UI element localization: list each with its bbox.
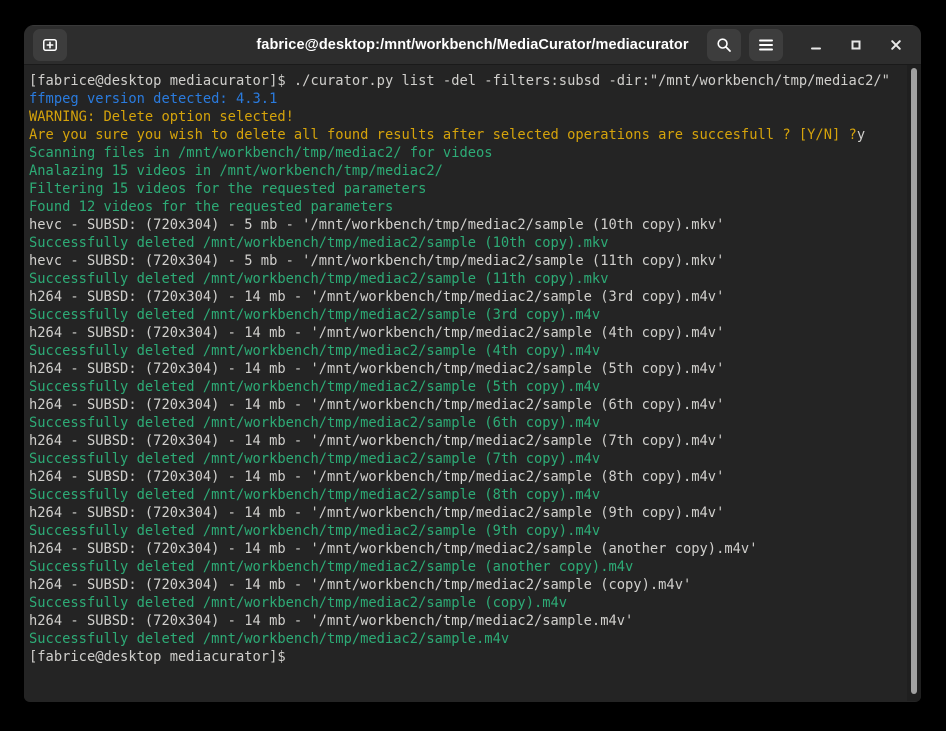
close-icon bbox=[889, 38, 903, 52]
terminal-line: Successfully deleted /mnt/workbench/tmp/… bbox=[29, 270, 903, 288]
terminal-line: h264 - SUBSD: (720x304) - 14 mb - '/mnt/… bbox=[29, 360, 903, 378]
line-segment: Successfully deleted /mnt/workbench/tmp/… bbox=[29, 631, 509, 647]
terminal-line: h264 - SUBSD: (720x304) - 14 mb - '/mnt/… bbox=[29, 396, 903, 414]
line-segment: Successfully deleted /mnt/workbench/tmp/… bbox=[29, 271, 608, 287]
line-segment: h264 - SUBSD: (720x304) - 14 mb - '/mnt/… bbox=[29, 325, 724, 341]
line-segment: Successfully deleted /mnt/workbench/tmp/… bbox=[29, 487, 600, 503]
terminal-line: Successfully deleted /mnt/workbench/tmp/… bbox=[29, 378, 903, 396]
terminal-line: h264 - SUBSD: (720x304) - 14 mb - '/mnt/… bbox=[29, 540, 903, 558]
line-segment: Successfully deleted /mnt/workbench/tmp/… bbox=[29, 595, 567, 611]
terminal-line: Are you sure you wish to delete all foun… bbox=[29, 126, 903, 144]
terminal-line: Successfully deleted /mnt/workbench/tmp/… bbox=[29, 450, 903, 468]
scrollbar-thumb[interactable] bbox=[911, 68, 917, 694]
line-segment: Are you sure you wish to delete all foun… bbox=[29, 127, 857, 143]
terminal-output: [fabrice@desktop mediacurator]$ ./curato… bbox=[24, 65, 921, 666]
line-segment: hevc - SUBSD: (720x304) - 5 mb - '/mnt/w… bbox=[29, 217, 724, 233]
line-segment: Analazing 15 videos in /mnt/workbench/tm… bbox=[29, 163, 443, 179]
terminal-line: Successfully deleted /mnt/workbench/tmp/… bbox=[29, 486, 903, 504]
terminal-line: Successfully deleted /mnt/workbench/tmp/… bbox=[29, 594, 903, 612]
scrollbar[interactable] bbox=[907, 65, 921, 701]
terminal-line: Successfully deleted /mnt/workbench/tmp/… bbox=[29, 630, 903, 648]
search-icon bbox=[716, 37, 732, 53]
terminal-line: h264 - SUBSD: (720x304) - 14 mb - '/mnt/… bbox=[29, 288, 903, 306]
menu-button[interactable] bbox=[749, 29, 783, 61]
line-segment: h264 - SUBSD: (720x304) - 14 mb - '/mnt/… bbox=[29, 361, 724, 377]
terminal-line: Successfully deleted /mnt/workbench/tmp/… bbox=[29, 342, 903, 360]
terminal-line: h264 - SUBSD: (720x304) - 14 mb - '/mnt/… bbox=[29, 576, 903, 594]
line-segment: Successfully deleted /mnt/workbench/tmp/… bbox=[29, 379, 600, 395]
minimize-icon bbox=[809, 38, 823, 52]
line-segment: h264 - SUBSD: (720x304) - 14 mb - '/mnt/… bbox=[29, 577, 691, 593]
terminal-line: h264 - SUBSD: (720x304) - 14 mb - '/mnt/… bbox=[29, 612, 903, 630]
line-segment: [fabrice@desktop mediacurator]$ bbox=[29, 649, 294, 665]
window-title: fabrice@desktop:/mnt/workbench/MediaCura… bbox=[256, 37, 688, 53]
line-segment: h264 - SUBSD: (720x304) - 14 mb - '/mnt/… bbox=[29, 397, 724, 413]
terminal-line: Successfully deleted /mnt/workbench/tmp/… bbox=[29, 306, 903, 324]
terminal-line: [fabrice@desktop mediacurator]$ bbox=[29, 648, 903, 666]
line-segment: WARNING: Delete option selected! bbox=[29, 109, 294, 125]
line-segment: h264 - SUBSD: (720x304) - 14 mb - '/mnt/… bbox=[29, 505, 724, 521]
new-tab-icon bbox=[42, 37, 58, 53]
terminal-line: hevc - SUBSD: (720x304) - 5 mb - '/mnt/w… bbox=[29, 216, 903, 234]
terminal-line: h264 - SUBSD: (720x304) - 14 mb - '/mnt/… bbox=[29, 504, 903, 522]
terminal-line: h264 - SUBSD: (720x304) - 14 mb - '/mnt/… bbox=[29, 468, 903, 486]
terminal-line: Found 12 videos for the requested parame… bbox=[29, 198, 903, 216]
line-segment: y bbox=[857, 127, 865, 143]
hamburger-menu-icon bbox=[758, 38, 774, 52]
minimize-button[interactable] bbox=[803, 32, 829, 58]
line-segment: Successfully deleted /mnt/workbench/tmp/… bbox=[29, 343, 600, 359]
search-button[interactable] bbox=[707, 29, 741, 61]
maximize-icon bbox=[849, 38, 863, 52]
titlebar-controls bbox=[707, 25, 911, 65]
line-segment: [fabrice@desktop mediacurator]$ ./curato… bbox=[29, 73, 890, 89]
maximize-button[interactable] bbox=[843, 32, 869, 58]
line-segment: h264 - SUBSD: (720x304) - 14 mb - '/mnt/… bbox=[29, 613, 633, 629]
line-segment: h264 - SUBSD: (720x304) - 14 mb - '/mnt/… bbox=[29, 289, 724, 305]
line-segment: ffmpeg version detected: 4.3.1 bbox=[29, 91, 277, 107]
terminal-line: hevc - SUBSD: (720x304) - 5 mb - '/mnt/w… bbox=[29, 252, 903, 270]
terminal-line: h264 - SUBSD: (720x304) - 14 mb - '/mnt/… bbox=[29, 432, 903, 450]
line-segment: h264 - SUBSD: (720x304) - 14 mb - '/mnt/… bbox=[29, 541, 757, 557]
line-segment: Found 12 videos for the requested parame… bbox=[29, 199, 393, 215]
terminal-line: Successfully deleted /mnt/workbench/tmp/… bbox=[29, 522, 903, 540]
line-segment: Filtering 15 videos for the requested pa… bbox=[29, 181, 426, 197]
terminal-screen[interactable]: [fabrice@desktop mediacurator]$ ./curato… bbox=[24, 65, 921, 701]
terminal-line: Successfully deleted /mnt/workbench/tmp/… bbox=[29, 414, 903, 432]
desktop-background: fabrice@desktop:/mnt/workbench/MediaCura… bbox=[0, 0, 946, 731]
line-segment: hevc - SUBSD: (720x304) - 5 mb - '/mnt/w… bbox=[29, 253, 724, 269]
titlebar[interactable]: fabrice@desktop:/mnt/workbench/MediaCura… bbox=[24, 25, 921, 65]
terminal-line: [fabrice@desktop mediacurator]$ ./curato… bbox=[29, 72, 903, 90]
line-segment: Successfully deleted /mnt/workbench/tmp/… bbox=[29, 451, 600, 467]
terminal-line: Successfully deleted /mnt/workbench/tmp/… bbox=[29, 234, 903, 252]
terminal-window: fabrice@desktop:/mnt/workbench/MediaCura… bbox=[24, 25, 921, 702]
terminal-line: h264 - SUBSD: (720x304) - 14 mb - '/mnt/… bbox=[29, 324, 903, 342]
close-button[interactable] bbox=[883, 32, 909, 58]
line-segment: Successfully deleted /mnt/workbench/tmp/… bbox=[29, 307, 600, 323]
line-segment: Successfully deleted /mnt/workbench/tmp/… bbox=[29, 523, 600, 539]
terminal-line: Filtering 15 videos for the requested pa… bbox=[29, 180, 903, 198]
line-segment: Successfully deleted /mnt/workbench/tmp/… bbox=[29, 235, 608, 251]
terminal-line: Successfully deleted /mnt/workbench/tmp/… bbox=[29, 558, 903, 576]
terminal-line: Scanning files in /mnt/workbench/tmp/med… bbox=[29, 144, 903, 162]
terminal-line: ffmpeg version detected: 4.3.1 bbox=[29, 90, 903, 108]
line-segment: Successfully deleted /mnt/workbench/tmp/… bbox=[29, 559, 633, 575]
terminal-line: WARNING: Delete option selected! bbox=[29, 108, 903, 126]
line-segment: h264 - SUBSD: (720x304) - 14 mb - '/mnt/… bbox=[29, 469, 724, 485]
terminal-line: Analazing 15 videos in /mnt/workbench/tm… bbox=[29, 162, 903, 180]
new-tab-button[interactable] bbox=[33, 29, 67, 61]
line-segment: Scanning files in /mnt/workbench/tmp/med… bbox=[29, 145, 493, 161]
line-segment: Successfully deleted /mnt/workbench/tmp/… bbox=[29, 415, 600, 431]
line-segment: h264 - SUBSD: (720x304) - 14 mb - '/mnt/… bbox=[29, 433, 724, 449]
